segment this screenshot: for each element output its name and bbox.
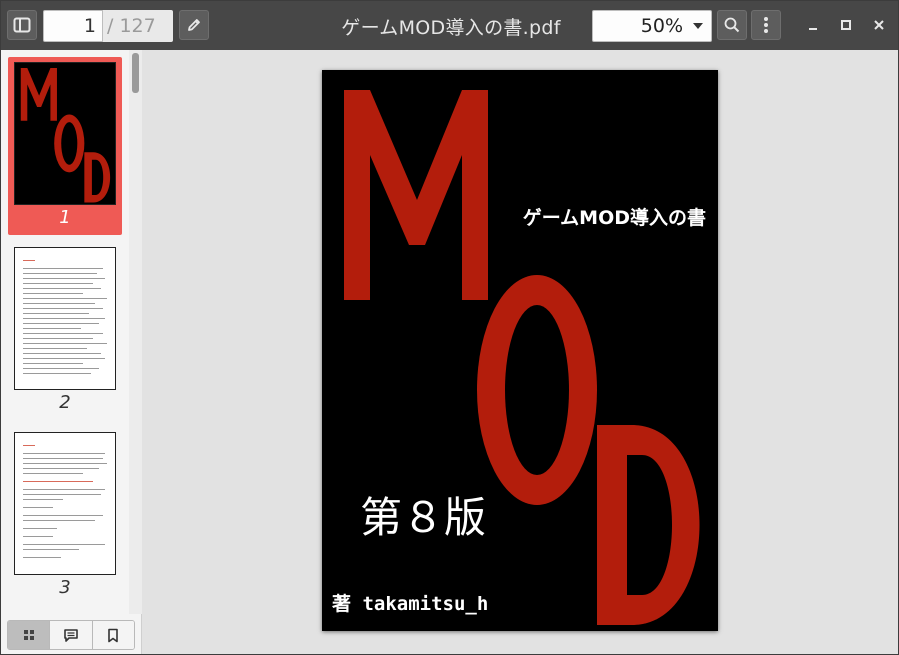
minimize-button[interactable] — [798, 10, 828, 40]
grid-icon — [23, 630, 34, 640]
more-vertical-icon — [764, 17, 768, 33]
thumbnail-image — [14, 62, 116, 205]
thumbnail-list[interactable]: 1 2 3 — [1, 50, 129, 614]
thumbnail-cover-art — [15, 63, 115, 204]
thumbnail-page-number: 2 — [59, 392, 71, 413]
thumbnail-page-number: 1 — [59, 207, 71, 228]
comment-icon — [64, 628, 78, 642]
document-title: ゲームMOD導入の書.pdf — [341, 17, 561, 39]
cover-art: ゲームMOD導入の書 第８版 著 takamitsu_h — [322, 70, 718, 631]
chevron-down-icon — [693, 23, 703, 29]
pencil-icon — [188, 19, 200, 31]
thumbnail-image — [14, 432, 116, 575]
bookmark-icon — [108, 628, 119, 642]
thumbnail-page-2[interactable]: 2 — [8, 242, 122, 420]
search-button[interactable] — [717, 10, 747, 40]
tab-thumbnails[interactable] — [8, 621, 51, 649]
thumbnail-page-number: 3 — [59, 577, 71, 598]
pdf-viewer-window: / 127 ゲームMOD導入の書.pdf 50% — [0, 0, 899, 655]
thumbnail-page-3[interactable]: 3 — [8, 427, 122, 605]
maximize-button[interactable] — [831, 10, 861, 40]
thumbnail-scrollbar[interactable] — [129, 50, 142, 614]
cover-edition: 第８版 — [360, 493, 486, 542]
thumbnail-page-1[interactable]: 1 — [8, 57, 122, 235]
cover-author: 著 takamitsu_h — [332, 592, 488, 615]
close-button[interactable] — [864, 10, 894, 40]
page-number-input[interactable] — [43, 10, 103, 42]
more-menu-button[interactable] — [751, 10, 781, 40]
tab-annotations[interactable] — [50, 621, 93, 649]
document-viewport[interactable]: ゲームMOD導入の書 第８版 著 takamitsu_h — [142, 50, 898, 654]
annotate-button[interactable] — [179, 10, 209, 40]
toolbar: / 127 ゲームMOD導入の書.pdf 50% — [1, 1, 898, 50]
page-total: / 127 — [103, 10, 173, 42]
search-icon — [724, 17, 740, 33]
minimize-icon — [809, 28, 817, 30]
zoom-value: 50% — [640, 15, 683, 37]
page-navigator: / 127 — [43, 10, 173, 42]
sidebar-toggle-icon — [13, 17, 31, 33]
thumbnail-image — [14, 247, 116, 390]
scrollbar-thumb[interactable] — [132, 53, 139, 93]
close-icon — [874, 20, 884, 30]
sidebar-tabs — [7, 620, 135, 650]
maximize-icon — [841, 20, 851, 30]
thumbnail-sidebar: 1 2 3 — [1, 50, 142, 654]
pdf-page-1: ゲームMOD導入の書 第８版 著 takamitsu_h — [322, 70, 718, 631]
cover-title: ゲームMOD導入の書 — [523, 206, 706, 229]
tab-bookmarks[interactable] — [92, 621, 134, 649]
sidebar-toggle-button[interactable] — [7, 10, 37, 40]
zoom-select[interactable]: 50% — [592, 10, 712, 42]
